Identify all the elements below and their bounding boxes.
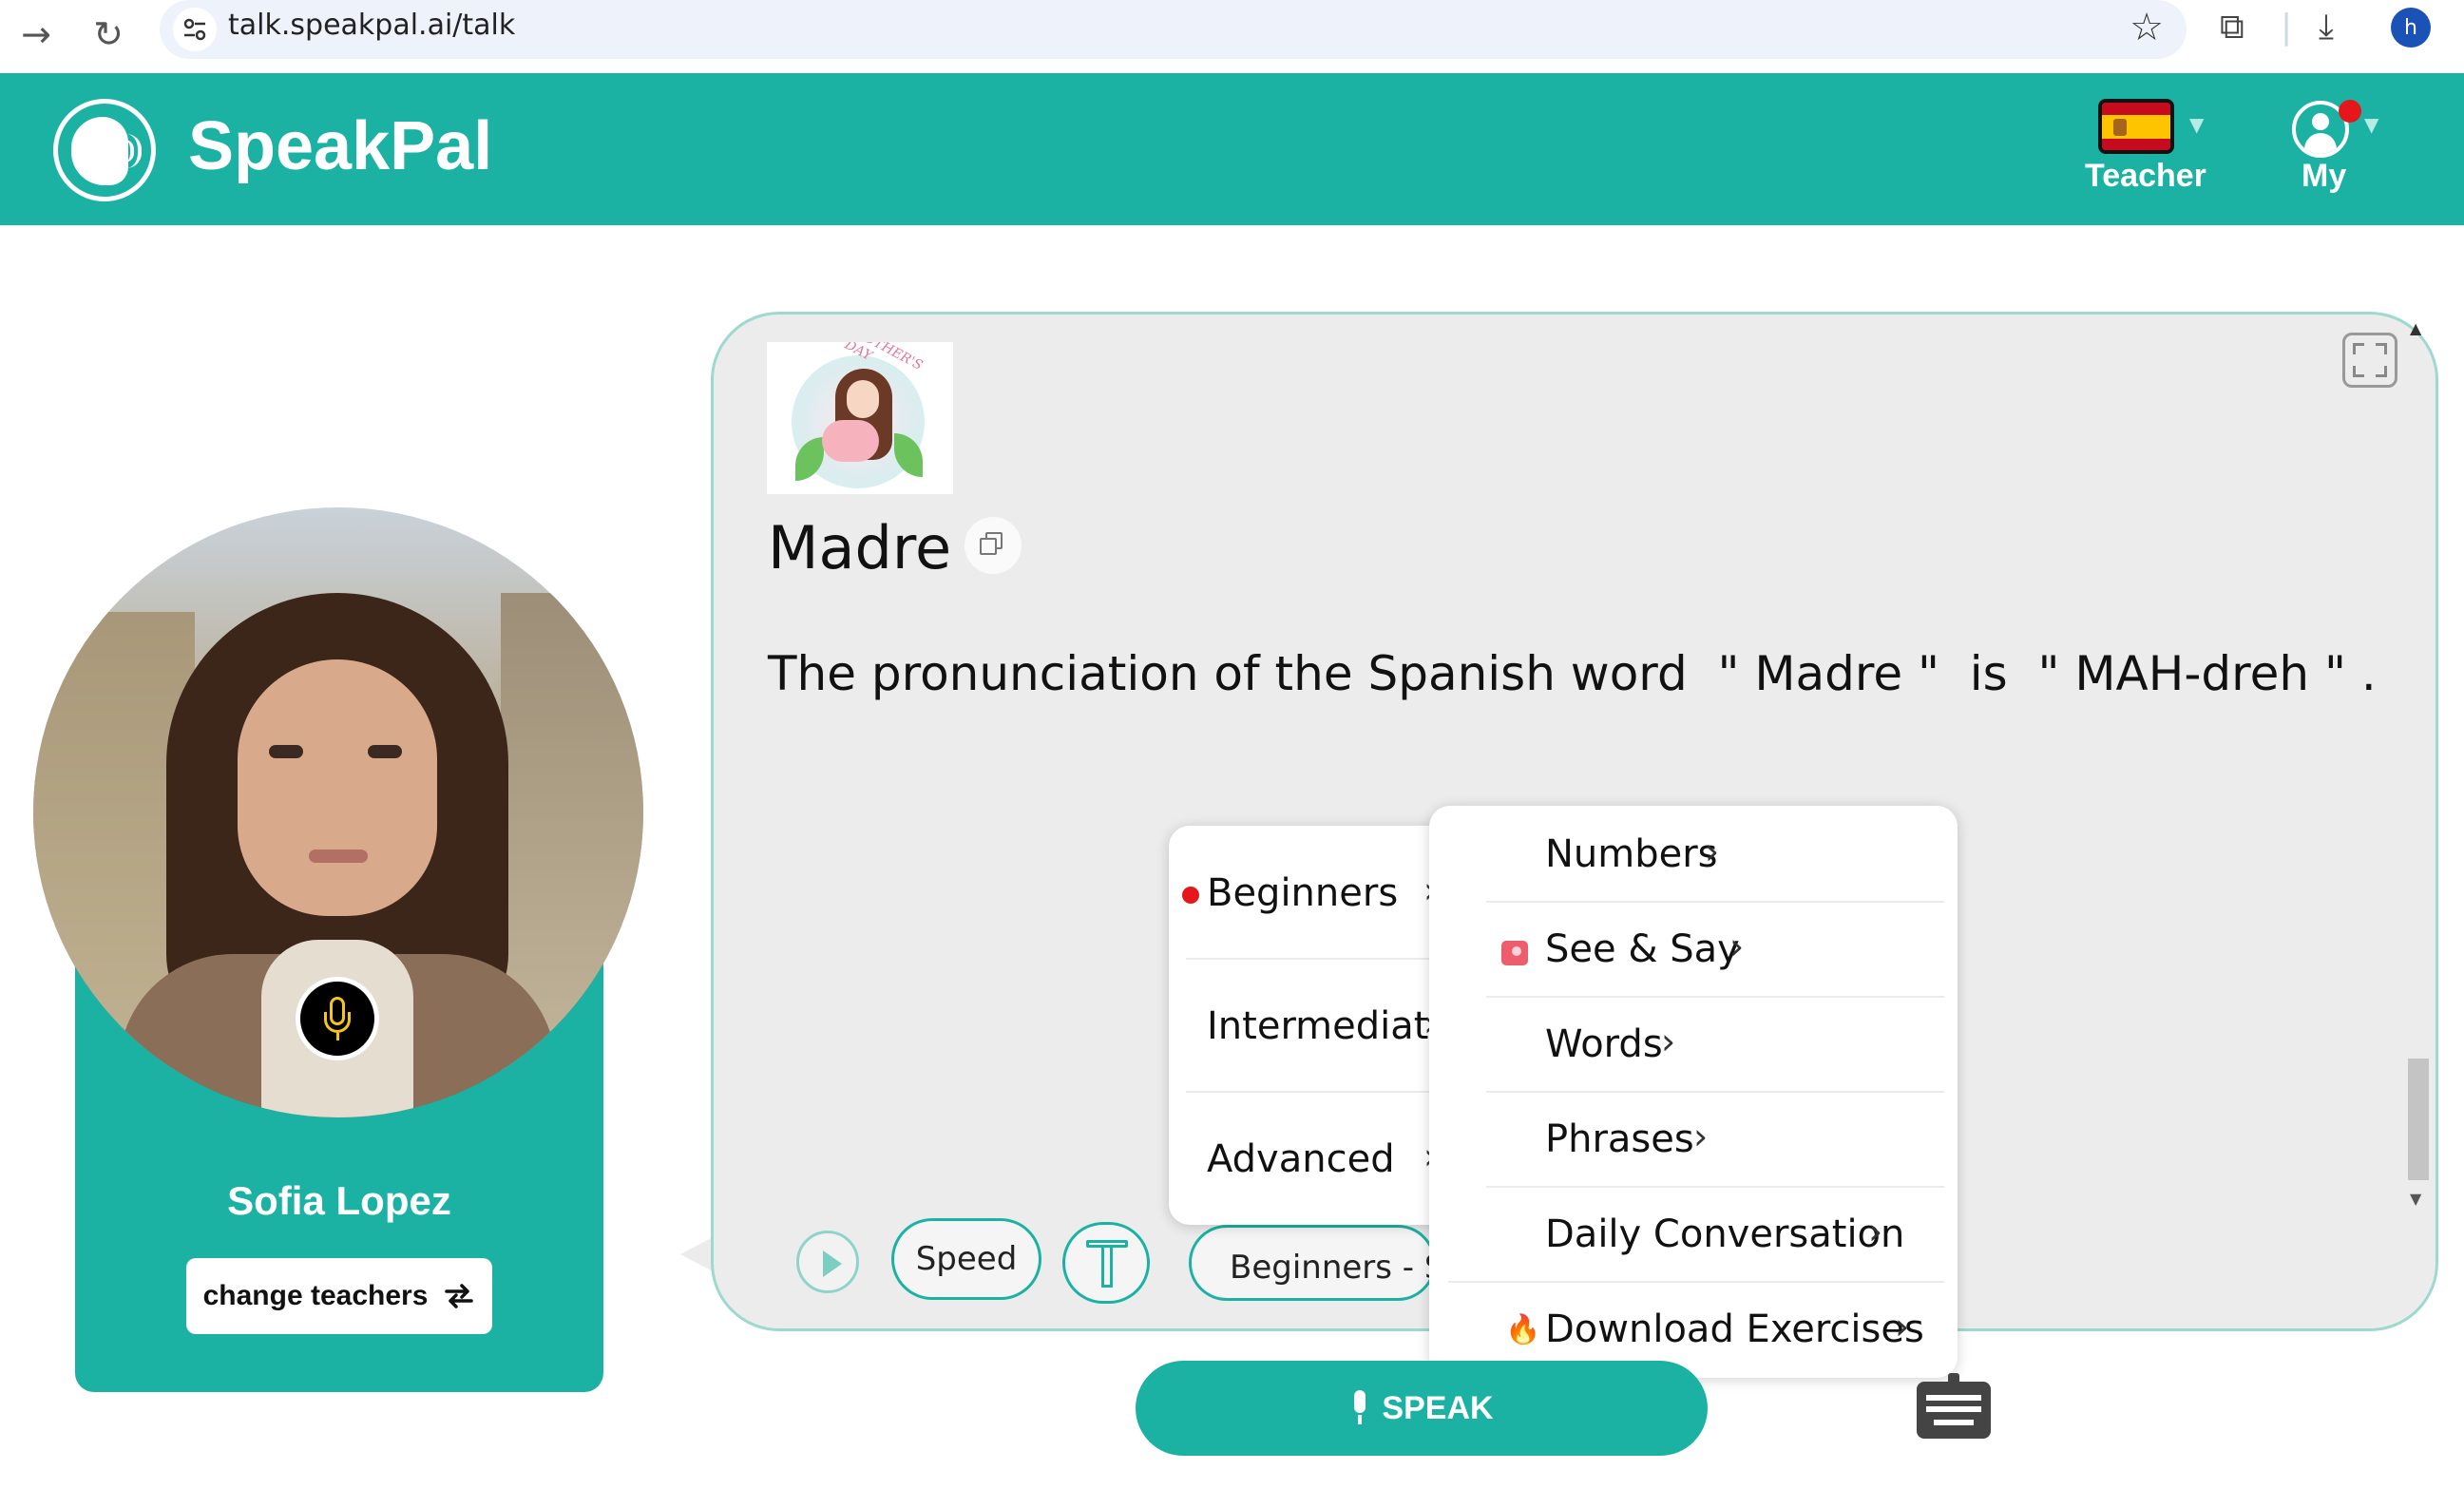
category-item-download-exercises[interactable]: 🔥 Download Exercises › (1429, 1304, 1958, 1361)
url-text[interactable]: talk.speakpal.ai/talk (228, 9, 515, 42)
address-bar[interactable]: talk.speakpal.ai/talk ☆ (160, 0, 2187, 59)
change-teachers-label: change teachers (202, 1280, 429, 1311)
chevron-right-icon: › (1705, 830, 1720, 872)
swap-icon (445, 1284, 474, 1308)
scrollbar-thumb[interactable] (2408, 1059, 2429, 1180)
browser-toolbar: → ↻ talk.speakpal.ai/talk ☆ ⧉ | ⤓ h (0, 0, 2464, 73)
teacher-menu-label[interactable]: Teacher (2085, 158, 2206, 195)
divider (1186, 958, 1471, 960)
speakpal-logo-icon[interactable] (53, 99, 156, 201)
text-toggle-icon[interactable] (1062, 1222, 1150, 1304)
level-item-label: Intermediate (1207, 1004, 1453, 1048)
divider (1448, 1281, 1944, 1283)
microphone-icon (1349, 1390, 1368, 1426)
category-item-label: Phrases (1545, 1117, 1694, 1161)
brand-name[interactable]: SpeakPal (188, 107, 492, 185)
level-selector[interactable]: Beginners - Se (1189, 1225, 1436, 1301)
vocab-word: Madre (768, 513, 952, 582)
speak-button[interactable]: SPEAK (1136, 1361, 1708, 1456)
photo-icon (1501, 941, 1528, 965)
divider (1186, 1091, 1471, 1093)
chevron-right-icon: › (1693, 1116, 1709, 1157)
download-icon[interactable]: ⤓ (2319, 8, 2334, 48)
category-item-phrases[interactable]: Phrases › (1429, 1114, 1958, 1171)
scroll-down-arrow-icon[interactable]: ▼ (2410, 1190, 2421, 1208)
divider (1486, 1091, 1944, 1093)
change-teachers-button[interactable]: change teachers (186, 1258, 492, 1334)
browser-profile-avatar[interactable]: h (2391, 8, 2431, 48)
pronunciation-text: The pronunciation of the Spanish word " … (768, 646, 2377, 701)
play-audio-icon[interactable] (796, 1231, 859, 1293)
spain-flag-icon[interactable] (2098, 99, 2174, 154)
divider (1486, 996, 1944, 998)
my-menu-label[interactable]: My (2302, 158, 2346, 195)
copy-icon[interactable] (965, 517, 1022, 574)
category-item-words[interactable]: Words › (1429, 1019, 1958, 1076)
fullscreen-icon[interactable] (2342, 333, 2397, 388)
teacher-name: Sofia Lopez (227, 1178, 451, 1223)
category-menu: Numbers › See & Say › Words › Phrases › … (1429, 806, 1958, 1378)
category-item-label: Numbers (1545, 832, 1718, 876)
fire-icon: 🔥 (1505, 1313, 1541, 1346)
divider (1486, 1186, 1944, 1188)
forward-icon[interactable]: → (10, 8, 63, 61)
category-item-numbers[interactable]: Numbers › (1429, 829, 1958, 886)
chevron-right-icon: › (1729, 926, 1745, 967)
chevron-right-icon: › (1868, 1211, 1883, 1252)
category-item-label: See & Say (1545, 927, 1740, 971)
speak-label: SPEAK (1382, 1389, 1494, 1426)
my-dropdown-caret-icon[interactable]: ▼ (2364, 113, 2378, 136)
category-item-label: Daily Conversation (1545, 1212, 1905, 1256)
notification-dot (2339, 100, 2361, 123)
category-item-label: Download Exercises (1545, 1308, 1924, 1351)
reload-icon[interactable]: ↻ (82, 8, 135, 61)
keyboard-icon[interactable] (1917, 1382, 1991, 1439)
category-item-daily-conversation[interactable]: Daily Conversation › (1429, 1209, 1958, 1266)
category-item-label: Words (1545, 1022, 1663, 1066)
chevron-right-icon: › (1661, 1021, 1676, 1062)
selected-dot-icon (1182, 887, 1199, 904)
divider (1486, 901, 1944, 903)
extensions-icon[interactable]: ⧉ (2220, 8, 2244, 48)
teacher-dropdown-caret-icon[interactable]: ▼ (2189, 113, 2204, 136)
level-item-label: Advanced (1207, 1137, 1395, 1181)
chevron-right-icon: › (1895, 1306, 1910, 1347)
site-info-icon[interactable] (173, 8, 217, 51)
teacher-mic-icon[interactable] (296, 977, 379, 1060)
speed-button[interactable]: Speed (891, 1218, 1041, 1300)
chat-bubble-tail (680, 1237, 713, 1271)
mothers-day-image[interactable]: MOTHER'S DAY (767, 342, 953, 494)
category-item-see-and-say[interactable]: See & Say › (1429, 924, 1958, 981)
app-header: SpeakPal ▼ Teacher ▼ My (0, 73, 2464, 225)
bookmark-star-icon[interactable]: ☆ (2130, 6, 2164, 49)
scroll-up-arrow-icon[interactable]: ▲ (2410, 319, 2421, 337)
separator: | (2281, 8, 2293, 47)
level-item-label: Beginners (1207, 871, 1399, 915)
